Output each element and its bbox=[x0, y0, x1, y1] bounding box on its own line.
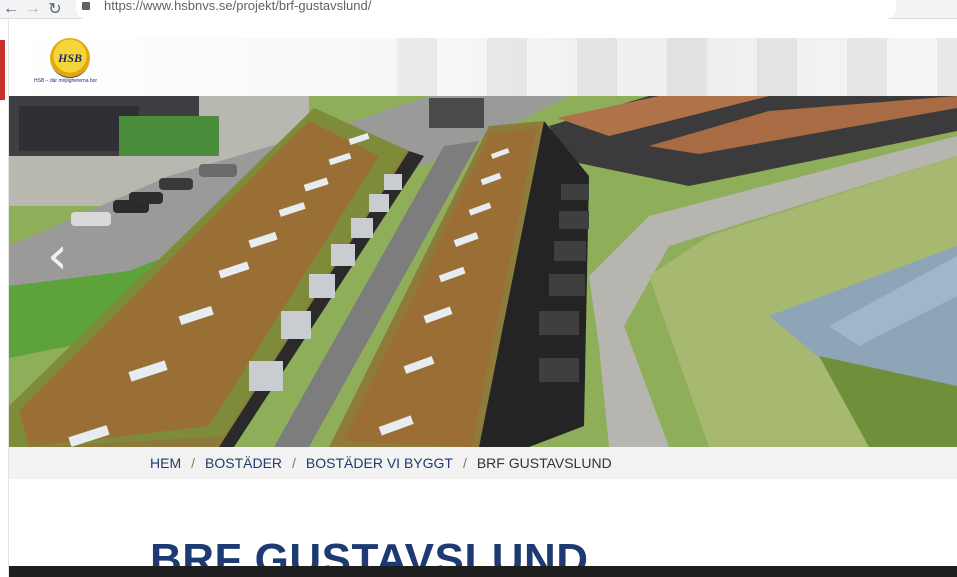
logo-tagline: HSB – där möjligheterna bor bbox=[34, 78, 98, 84]
hero-image: ‹ bbox=[9, 96, 957, 447]
browser-toolbar: ← → ↻ https://www.hsbnvs.se/projekt/brf-… bbox=[0, 0, 957, 19]
reload-icon[interactable]: ↻ bbox=[44, 0, 66, 19]
main-content: BRF GUSTAVSLUND bbox=[9, 479, 957, 577]
hsb-logo[interactable]: HSB bbox=[50, 38, 90, 78]
breadcrumb: HEM / BOSTÄDER / BOSTÄDER VI BYGGT / BRF… bbox=[9, 447, 957, 479]
breadcrumb-separator: / bbox=[292, 455, 296, 471]
hero-photo bbox=[9, 96, 957, 447]
lock-icon bbox=[82, 2, 90, 10]
breadcrumb-separator: / bbox=[462, 455, 467, 471]
left-edge-strip bbox=[0, 20, 9, 577]
chevron-left-icon[interactable]: ‹ bbox=[47, 230, 77, 282]
arrow-right-icon[interactable]: → bbox=[22, 0, 44, 19]
logo-text: HSB bbox=[57, 50, 82, 65]
breadcrumb-current: BRF GUSTAVSLUND bbox=[476, 455, 612, 471]
breadcrumb-link-bostader-vi-byggt[interactable]: BOSTÄDER VI BYGGT bbox=[306, 455, 453, 471]
arrow-left-icon[interactable]: ← bbox=[0, 0, 22, 19]
bottom-bar bbox=[9, 566, 957, 577]
breadcrumb-link-bostader[interactable]: BOSTÄDER bbox=[205, 455, 282, 471]
url-text[interactable]: https://www.hsbnvs.se/projekt/brf-gustav… bbox=[104, 0, 371, 13]
breadcrumb-link-hem[interactable]: HEM bbox=[150, 455, 181, 471]
breadcrumb-separator: / bbox=[191, 455, 196, 471]
site-header: HSB HSB – där möjligheterna bor bbox=[9, 38, 957, 96]
address-bar[interactable]: https://www.hsbnvs.se/projekt/brf-gustav… bbox=[76, 0, 896, 19]
